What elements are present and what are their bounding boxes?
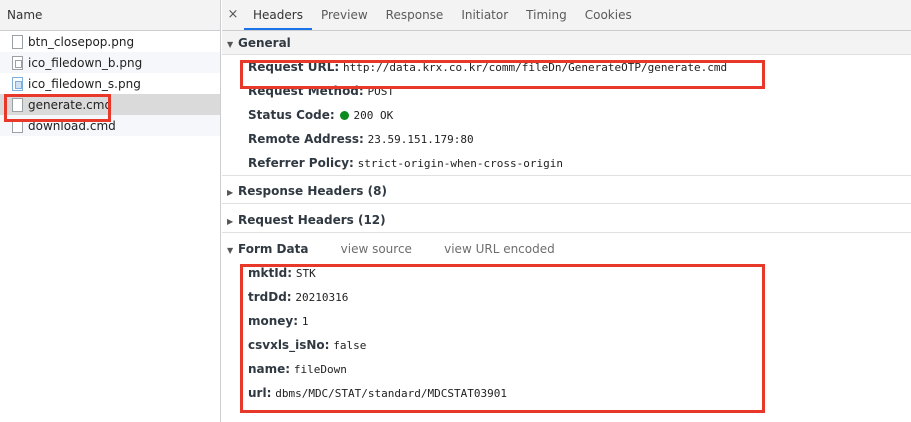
request-details-panel: × Headers Preview Response Initiator Tim… — [222, 0, 911, 422]
file-row-ico-filedown-s[interactable]: ico_filedown_s.png — [0, 73, 220, 94]
file-name: ico_filedown_b.png — [28, 55, 143, 70]
image-file-icon — [12, 55, 23, 70]
request-url-row: Request URL: http://data.krx.co.kr/comm/… — [222, 55, 911, 79]
form-field-row: money: 1 — [222, 309, 911, 333]
form-field-value: false — [333, 339, 367, 352]
request-method-value: POST — [367, 85, 395, 98]
close-icon[interactable]: × — [222, 0, 244, 30]
file-icon — [12, 97, 23, 112]
response-headers-section-header[interactable]: ▶ Response Headers (8) — [222, 179, 911, 203]
general-title: General — [238, 36, 291, 50]
tab-response[interactable]: Response — [377, 0, 453, 30]
form-field-key: name: — [248, 362, 291, 376]
request-headers-section-header[interactable]: ▶ Request Headers (12) — [222, 208, 911, 232]
image-file-icon — [12, 76, 23, 91]
tab-preview[interactable]: Preview — [312, 0, 377, 30]
file-row-download-cmd[interactable]: download.cmd — [0, 115, 220, 136]
status-code-row: Status Code: 200 OK — [222, 103, 911, 127]
form-field-value: fileDown — [293, 363, 347, 376]
file-row-btn-closepop[interactable]: btn_closepop.png — [0, 31, 220, 52]
form-field-row: csvxls_isNo: false — [222, 333, 911, 357]
collapsed-triangle-icon: ▶ — [227, 217, 234, 226]
file-name: btn_closepop.png — [28, 34, 135, 49]
status-ok-dot-icon — [340, 111, 350, 120]
file-name: ico_filedown_s.png — [28, 76, 141, 91]
form-field-value: STK — [295, 267, 316, 280]
referrer-policy-key: Referrer Policy: — [248, 156, 354, 170]
tab-cookies[interactable]: Cookies — [576, 0, 641, 30]
form-field-value: 1 — [301, 315, 309, 328]
form-field-row: url: dbms/MDC/STAT/standard/MDCSTAT03901 — [222, 381, 911, 405]
form-field-key: mktId: — [248, 266, 293, 280]
form-field-key: csvxls_isNo: — [248, 338, 330, 352]
response-headers-title: Response Headers (8) — [238, 184, 387, 198]
status-code-value: 200 OK — [353, 109, 394, 122]
request-url-key: Request URL: — [248, 60, 340, 74]
form-field-row: trdDd: 20210316 — [222, 285, 911, 309]
form-field-row: mktId: STK — [222, 261, 911, 285]
view-source-link[interactable]: view source — [341, 242, 412, 256]
remote-address-row: Remote Address: 23.59.151.179:80 — [222, 127, 911, 151]
remote-address-key: Remote Address: — [248, 132, 364, 146]
form-field-value: dbms/MDC/STAT/standard/MDCSTAT03901 — [275, 387, 507, 400]
form-data-section-header[interactable]: ▼ Form Data view source view URL encoded — [222, 237, 911, 261]
form-field-value: 20210316 — [295, 291, 349, 304]
form-field-row: name: fileDown — [222, 357, 911, 381]
file-row-ico-filedown-b[interactable]: ico_filedown_b.png — [0, 52, 220, 73]
tab-headers[interactable]: Headers — [244, 0, 312, 30]
file-icon — [12, 34, 23, 49]
file-name: generate.cmd — [28, 97, 113, 112]
request-headers-title: Request Headers (12) — [238, 213, 386, 227]
file-row-generate-cmd[interactable]: generate.cmd — [0, 94, 220, 115]
request-url-value: http://data.krx.co.kr/comm/fileDn/Genera… — [342, 61, 728, 74]
form-field-key: trdDd: — [248, 290, 292, 304]
request-method-key: Request Method: — [248, 84, 364, 98]
collapsed-triangle-icon: ▶ — [227, 188, 234, 197]
file-icon — [12, 118, 23, 133]
referrer-policy-row: Referrer Policy: strict-origin-when-cros… — [222, 151, 911, 175]
form-field-key: money: — [248, 314, 299, 328]
expanded-triangle-icon: ▼ — [227, 40, 234, 49]
status-code-key: Status Code: — [248, 108, 335, 122]
tab-timing[interactable]: Timing — [517, 0, 576, 30]
referrer-policy-value: strict-origin-when-cross-origin — [357, 157, 563, 170]
remote-address-value: 23.59.151.179:80 — [367, 133, 474, 146]
name-column-header[interactable]: Name — [0, 0, 220, 31]
general-section-header[interactable]: ▼ General — [222, 31, 911, 55]
form-field-key: url: — [248, 386, 272, 400]
tab-initiator[interactable]: Initiator — [452, 0, 517, 30]
file-name: download.cmd — [28, 118, 116, 133]
request-method-row: Request Method: POST — [222, 79, 911, 103]
details-tab-bar: × Headers Preview Response Initiator Tim… — [222, 0, 911, 31]
view-url-encoded-link[interactable]: view URL encoded — [444, 242, 555, 256]
expanded-triangle-icon: ▼ — [227, 246, 234, 255]
form-data-title: Form Data — [238, 242, 309, 256]
network-file-list: Name btn_closepop.png ico_filedown_b.png… — [0, 0, 221, 422]
